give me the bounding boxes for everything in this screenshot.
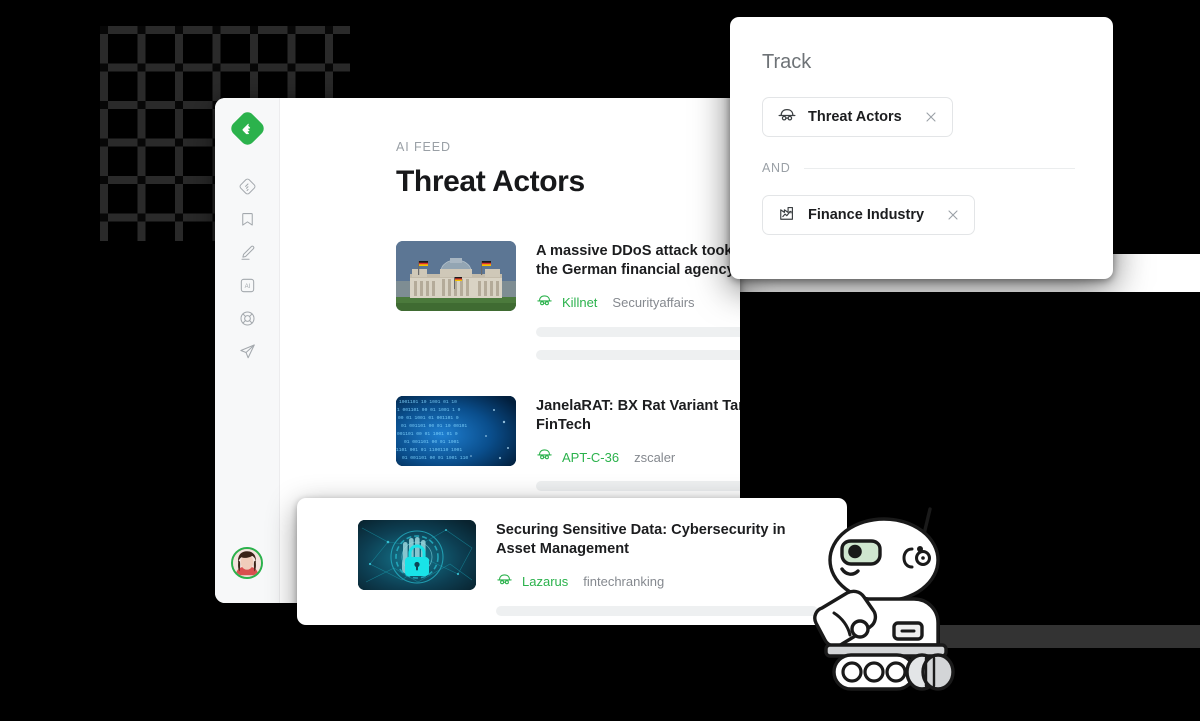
article-body: Securing Sensitive Data: Cybersecurity i… [496, 520, 847, 616]
track-chip-finance-industry[interactable]: Finance Industry [762, 195, 976, 235]
feedly-logo[interactable] [227, 109, 267, 148]
feed-diamond-icon [238, 177, 257, 201]
track-panel-title: Track [762, 51, 812, 73]
sidebar-item-boards[interactable] [230, 205, 264, 239]
threat-actor-label[interactable]: APT-C-36 [562, 450, 619, 465]
threat-actor-label[interactable]: Killnet [562, 295, 597, 310]
user-avatar[interactable] [231, 547, 263, 579]
article-item[interactable]: Securing Sensitive Data: Cybersecurity i… [358, 520, 847, 616]
article-thumbnail [358, 520, 476, 590]
chip-label: Threat Actors [808, 109, 902, 125]
svg-text:01 001101 00 01 1001: 01 001101 00 01 1001 [404, 439, 459, 445]
bookmark-icon [238, 210, 257, 234]
svg-text:1 001101 00 01 1001 1 0: 1 001101 00 01 1001 1 0 [397, 407, 461, 413]
article-body: JanelaRAT: BX Rat Variant Targeting LATA… [536, 396, 740, 514]
svg-text:01 001101 00 01 1001 110: 01 001101 00 01 1001 110 [402, 455, 468, 461]
sidebar-item-ai[interactable]: AI [230, 271, 264, 305]
track-chip-threat-actors[interactable]: Threat Actors [762, 97, 953, 137]
app-sidebar: AI [215, 98, 280, 603]
chip-label: Finance Industry [808, 207, 925, 223]
svg-text:AI: AI [244, 284, 250, 290]
article-title-line2: Asset Management [496, 541, 630, 558]
sidebar-item-share[interactable] [230, 337, 264, 371]
lifebuoy-icon [238, 309, 257, 333]
spy-hat-icon [496, 571, 513, 593]
page-title: Threat Actors [396, 165, 585, 198]
close-icon[interactable] [923, 109, 939, 125]
svg-text:01 001101 00 01 10 00101: 01 001101 00 01 10 00101 [401, 423, 467, 429]
sidebar-item-highlights[interactable] [230, 238, 264, 272]
article-body: A massive DDoS attack took down the site… [536, 241, 740, 360]
article-title: A massive DDoS attack took down the site… [536, 242, 740, 281]
feed-eyebrow: AI FEED [396, 140, 451, 154]
leo-robot-mascot [812, 505, 972, 695]
article-item[interactable]: 1001101 10 1001 01 10 1 001101 00 01 100… [396, 395, 740, 514]
close-icon[interactable] [945, 207, 961, 223]
factory-chart-icon [777, 203, 797, 228]
article-title-line2: the German financial agency BaFin [536, 262, 740, 279]
spy-hat-icon [536, 446, 553, 468]
svg-text:001101 00 01 1001 01 0: 001101 00 01 1001 01 0 [397, 431, 458, 437]
track-panel: Track Threat Actors AND Finance Industry [730, 17, 1113, 279]
divider [803, 167, 1075, 169]
operator-row: AND [762, 161, 1075, 175]
article-source[interactable]: zscaler [634, 450, 675, 465]
article-meta: Lazarus fintechranking [496, 571, 847, 593]
svg-text:1101 001 01 1100110 1001: 1101 001 01 1100110 1001 [396, 447, 462, 453]
article-source[interactable]: fintechranking [583, 574, 664, 589]
sidebar-item-feeds[interactable] [230, 172, 264, 206]
article-title-line1: JanelaRAT: BX Rat Variant Targeting LATA… [536, 397, 740, 414]
skeleton-line [536, 481, 740, 491]
article-thumbnail [396, 241, 516, 311]
pen-highlight-icon [238, 243, 257, 267]
article-title-line1: A massive DDoS attack took down the site… [536, 243, 740, 259]
article-title: JanelaRAT: BX Rat Variant Targeting LATA… [536, 397, 740, 436]
article-meta: APT-C-36 zscaler [536, 446, 740, 468]
ai-icon: AI [238, 276, 257, 300]
sidebar-item-support[interactable] [230, 304, 264, 338]
threat-actor-label[interactable]: Lazarus [522, 574, 568, 589]
skeleton-line [536, 349, 740, 360]
operator-label: AND [762, 161, 791, 175]
floating-article-card[interactable]: Securing Sensitive Data: Cybersecurity i… [297, 498, 847, 625]
article-meta: Killnet Securityaffairs [536, 292, 740, 314]
article-title: Securing Sensitive Data: Cybersecurity i… [496, 521, 847, 560]
svg-text:1001101 10 1001 01 10: 1001101 10 1001 01 10 [399, 399, 457, 405]
skeleton-line [496, 605, 818, 616]
spy-hat-icon [536, 292, 553, 314]
article-title-line1: Securing Sensitive Data: Cybersecurity i… [496, 522, 786, 538]
article-title-line2: FinTech [536, 416, 591, 433]
paper-plane-icon [238, 342, 257, 366]
background-gray-band [940, 625, 1200, 648]
article-source[interactable]: Securityaffairs [612, 295, 694, 310]
article-thumbnail: 1001101 10 1001 01 10 1 001101 00 01 100… [396, 395, 516, 466]
skeleton-line [536, 326, 740, 337]
svg-text:00 01 1001 01 001101 0: 00 01 1001 01 001101 0 [398, 415, 459, 421]
spy-hat-icon [777, 105, 797, 130]
article-item[interactable]: A massive DDoS attack took down the site… [396, 241, 740, 360]
